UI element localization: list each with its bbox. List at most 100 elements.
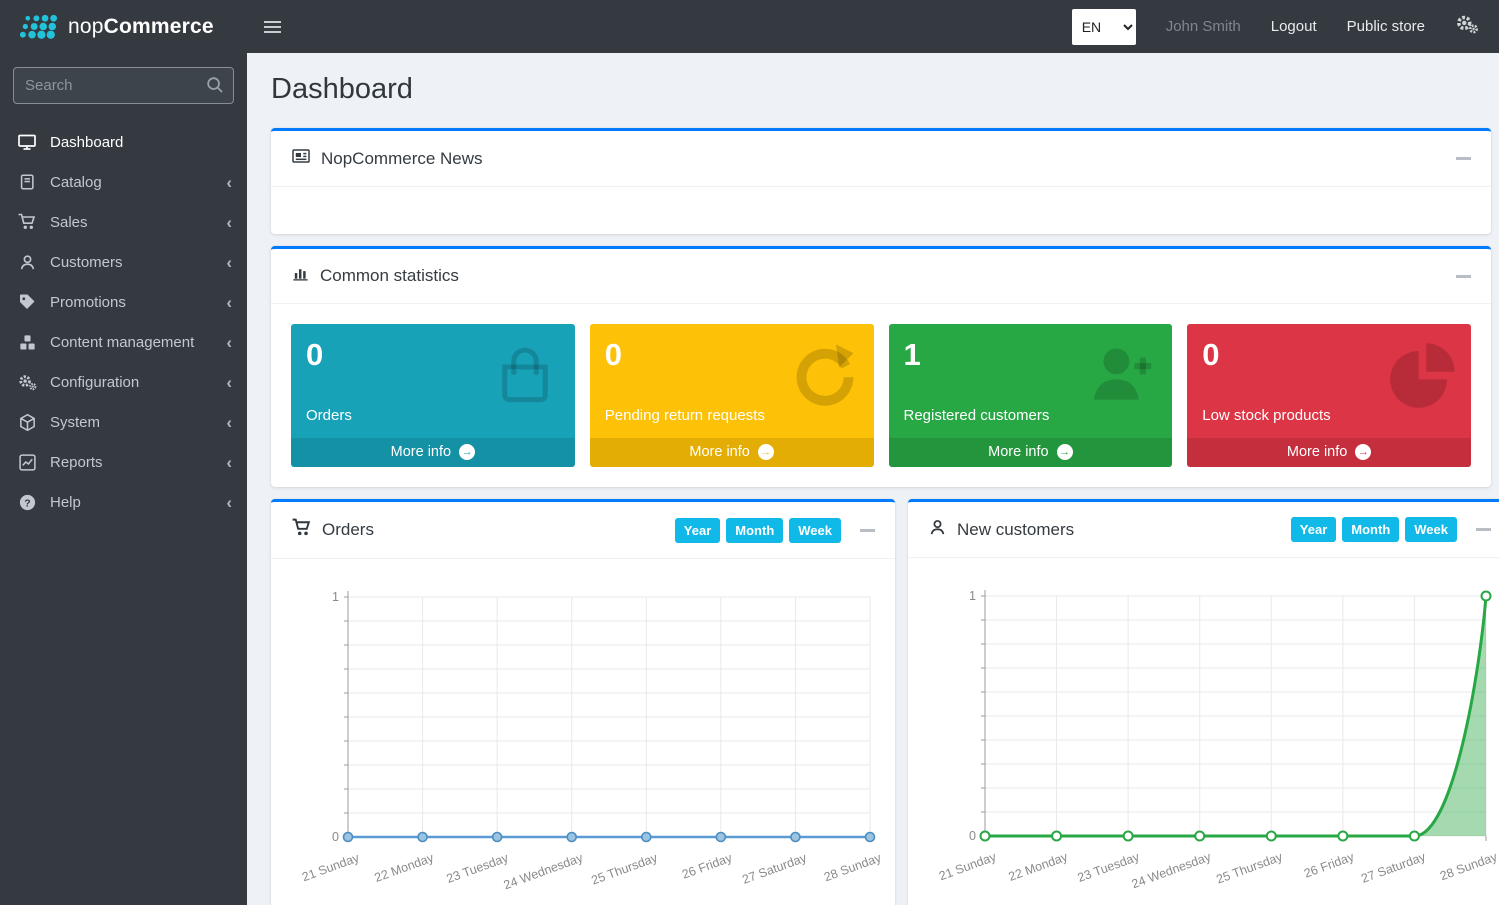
sidebar: Dashboard Catalog ‹ Sales ‹ Cus — [0, 53, 247, 905]
svg-text:21 Sunday: 21 Sunday — [300, 850, 362, 884]
sidebar-item-label: Dashboard — [50, 134, 123, 151]
sidebar-menu: Dashboard Catalog ‹ Sales ‹ Cus — [0, 116, 247, 528]
bar-chart-icon — [291, 264, 310, 288]
more-info-link[interactable]: More info → — [291, 438, 575, 467]
arrow-circle-right-icon: → — [459, 444, 475, 460]
chevron-left-icon: ‹ — [226, 334, 232, 351]
logout-link[interactable]: Logout — [1271, 18, 1317, 35]
month-button[interactable]: Month — [726, 518, 783, 543]
chevron-left-icon: ‹ — [226, 214, 232, 231]
collapse-icon[interactable] — [860, 529, 875, 532]
chevron-left-icon: ‹ — [226, 374, 232, 391]
collapse-icon[interactable] — [1476, 528, 1491, 531]
sidebar-item-reports[interactable]: Reports ‹ — [0, 442, 247, 482]
chevron-left-icon: ‹ — [226, 414, 232, 431]
stat-box-orders: 0 Orders More info → — [291, 324, 575, 467]
user-icon — [928, 518, 947, 542]
svg-text:23 Tuesday: 23 Tuesday — [445, 850, 511, 886]
stat-box-pending-returns: 0 Pending return requests More info → — [590, 324, 874, 467]
cart-icon — [15, 212, 39, 232]
sidebar-item-customers[interactable]: Customers ‹ — [0, 242, 247, 282]
year-button[interactable]: Year — [1291, 517, 1336, 542]
sidebar-item-content-management[interactable]: Content management ‹ — [0, 322, 247, 362]
sidebar-item-configuration[interactable]: Configuration ‹ — [0, 362, 247, 402]
cart-icon — [291, 517, 312, 543]
sidebar-item-sales[interactable]: Sales ‹ — [0, 202, 247, 242]
sidebar-item-dashboard[interactable]: Dashboard — [0, 122, 247, 162]
svg-text:1: 1 — [332, 590, 339, 604]
settings-gears-icon[interactable] — [1455, 13, 1479, 40]
collapse-icon[interactable] — [1456, 157, 1471, 160]
orders-panel: Orders Year Month Week 1021 Sunday22 Mon… — [271, 499, 895, 905]
sidebar-item-label: Sales — [50, 214, 88, 231]
search-icon[interactable] — [205, 75, 225, 100]
svg-text:?: ? — [24, 498, 30, 509]
arrow-circle-right-icon: → — [1057, 444, 1073, 460]
svg-text:24 Wednesday: 24 Wednesday — [1130, 849, 1214, 891]
sidebar-item-label: Content management — [50, 334, 194, 351]
question-circle-icon: ? — [15, 493, 39, 512]
pie-chart-icon — [1387, 340, 1459, 415]
svg-text:22 Monday: 22 Monday — [1007, 849, 1071, 884]
sidebar-item-help[interactable]: ? Help ‹ — [0, 482, 247, 522]
year-button[interactable]: Year — [675, 518, 720, 543]
chevron-left-icon: ‹ — [226, 254, 232, 271]
svg-text:26 Friday: 26 Friday — [1302, 849, 1356, 880]
refresh-icon — [788, 340, 862, 415]
search-input[interactable] — [13, 67, 234, 104]
nopcommerce-dots-icon — [13, 13, 59, 40]
svg-text:25 Thursday: 25 Thursday — [589, 850, 660, 887]
more-info-label: More info — [689, 444, 749, 460]
more-info-link[interactable]: More info → — [1187, 438, 1471, 467]
svg-text:25 Thursday: 25 Thursday — [1214, 849, 1285, 886]
shopping-bag-icon — [487, 340, 563, 417]
collapse-icon[interactable] — [1456, 275, 1471, 278]
sidebar-toggle-button[interactable] — [264, 0, 281, 53]
month-button[interactable]: Month — [1342, 517, 1399, 542]
cubes-icon — [15, 333, 39, 352]
sidebar-item-promotions[interactable]: Promotions ‹ — [0, 282, 247, 322]
week-button[interactable]: Week — [1405, 517, 1457, 542]
sidebar-item-label: Customers — [50, 254, 123, 271]
news-body — [271, 187, 1491, 234]
panel-title: Common statistics — [320, 266, 459, 286]
sidebar-item-label: Catalog — [50, 174, 102, 191]
sidebar-item-system[interactable]: System ‹ — [0, 402, 247, 442]
svg-text:0: 0 — [332, 830, 339, 844]
new-customers-panel: New customers Year Month Week 1021 Sunda… — [908, 499, 1499, 905]
more-info-link[interactable]: More info → — [889, 438, 1173, 467]
panel-title: NopCommerce News — [321, 149, 483, 169]
arrow-circle-right-icon: → — [758, 444, 774, 460]
news-panel: NopCommerce News — [271, 128, 1491, 234]
logo-text: nopCommerce — [68, 15, 214, 39]
statistics-panel: Common statistics 0 Orders More info → — [271, 246, 1491, 487]
svg-text:22 Monday: 22 Monday — [373, 850, 437, 885]
book-icon — [15, 173, 39, 191]
language-select[interactable]: EN — [1072, 9, 1136, 45]
stat-box-low-stock: 0 Low stock products More info → — [1187, 324, 1471, 467]
chevron-left-icon: ‹ — [226, 494, 232, 511]
chevron-left-icon: ‹ — [226, 174, 232, 191]
svg-text:28 Sunday: 28 Sunday — [1438, 849, 1499, 883]
user-name: John Smith — [1166, 18, 1241, 35]
top-navbar: nopCommerce EN John Smith Logout Public … — [0, 0, 1499, 53]
sidebar-item-label: Configuration — [50, 374, 139, 391]
week-button[interactable]: Week — [789, 518, 841, 543]
svg-text:28 Sunday: 28 Sunday — [822, 850, 884, 884]
chart-line-icon — [15, 453, 39, 472]
chevron-left-icon: ‹ — [226, 454, 232, 471]
svg-text:27 Saturday: 27 Saturday — [740, 850, 809, 886]
public-store-link[interactable]: Public store — [1347, 18, 1425, 35]
svg-text:26 Friday: 26 Friday — [680, 850, 734, 881]
sidebar-item-catalog[interactable]: Catalog ‹ — [0, 162, 247, 202]
svg-text:1: 1 — [969, 589, 976, 603]
main-content: Dashboard NopCommerce News Common statis… — [247, 53, 1499, 905]
sidebar-item-label: System — [50, 414, 100, 431]
chevron-left-icon: ‹ — [226, 294, 232, 311]
app-logo[interactable]: nopCommerce — [0, 0, 247, 53]
arrow-circle-right-icon: → — [1355, 444, 1371, 460]
orders-chart: 1021 Sunday22 Monday23 Tuesday24 Wednesd… — [281, 571, 885, 905]
panel-title: New customers — [957, 520, 1074, 540]
more-info-link[interactable]: More info → — [590, 438, 874, 467]
more-info-label: More info — [391, 444, 451, 460]
